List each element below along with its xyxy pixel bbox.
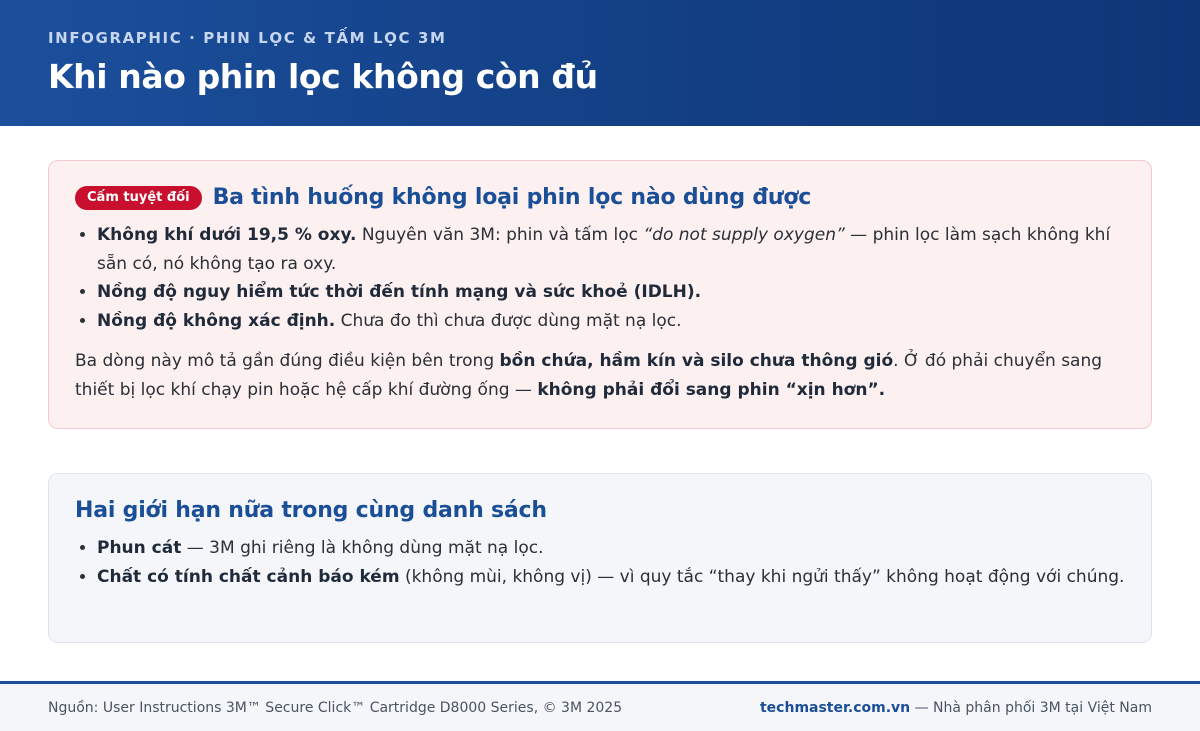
danger-card-paragraph: Ba dòng này mô tả gần đúng điều kiện bên… xyxy=(75,347,1125,404)
item-text: Chưa đo thì chưa được dùng mặt nạ lọc. xyxy=(335,310,682,331)
footer-brand-link[interactable]: techmaster.com.vn xyxy=(760,700,910,716)
item-emphasis: Nồng độ không xác định. xyxy=(97,310,336,331)
danger-card-title: Ba tình huống không loại phin lọc nào dù… xyxy=(212,185,812,210)
danger-list: Không khí dưới 19,5 % oxy. Nguyên văn 3M… xyxy=(75,221,1125,335)
paragraph-text: Ba dòng này mô tả gần đúng điều kiện bên… xyxy=(75,351,500,371)
danger-card: Cấm tuyệt đối Ba tình huống không loại p… xyxy=(48,160,1152,429)
list-item: Chất có tính chất cảnh báo kém (không mù… xyxy=(97,563,1125,592)
footer-distributor: techmaster.com.vn — Nhà phân phối 3M tại… xyxy=(760,700,1152,716)
item-text: — 3M ghi riêng là không dùng mặt nạ lọc. xyxy=(181,538,544,558)
item-text: Nguyên văn 3M: phin và tấm lọc xyxy=(356,225,644,245)
item-text: (không mùi, không vị) — vì quy tắc “thay… xyxy=(399,566,1125,587)
paragraph-emphasis: bồn chứa, hầm kín và silo chưa thông gió xyxy=(499,351,894,371)
list-item: Không khí dưới 19,5 % oxy. Nguyên văn 3M… xyxy=(97,221,1125,278)
list-item: Nồng độ không xác định. Chưa đo thì chưa… xyxy=(97,307,1125,336)
info-card-header: Hai giới hạn nữa trong cùng danh sách xyxy=(75,496,1125,526)
item-emphasis: Nồng độ nguy hiểm tức thời đến tính mạng… xyxy=(97,282,702,302)
item-emphasis: Chất có tính chất cảnh báo kém xyxy=(97,566,400,587)
footer-source: Nguồn: User Instructions 3M™ Secure Clic… xyxy=(48,699,623,716)
paragraph-emphasis: không phải đổi sang phin “xịn hơn”. xyxy=(537,379,886,400)
item-quote: “do not supply oxygen” xyxy=(643,225,845,245)
item-emphasis: Phun cát xyxy=(97,538,182,558)
footer: Nguồn: User Instructions 3M™ Secure Clic… xyxy=(0,681,1200,731)
page-title: Khi nào phin lọc không còn đủ xyxy=(48,57,598,96)
info-card-title: Hai giới hạn nữa trong cùng danh sách xyxy=(75,498,547,523)
info-list: Phun cát — 3M ghi riêng là không dùng mặ… xyxy=(75,534,1125,591)
header-banner: INFOGRAPHIC · PHIN LỌC & TẤM LỌC 3M Khi … xyxy=(0,0,1200,126)
item-emphasis: Không khí dưới 19,5 % oxy. xyxy=(97,225,357,245)
header-eyebrow: INFOGRAPHIC · PHIN LỌC & TẤM LỌC 3M xyxy=(48,29,447,47)
forbidden-badge: Cấm tuyệt đối xyxy=(75,186,202,210)
info-card: Hai giới hạn nữa trong cùng danh sách Ph… xyxy=(48,473,1152,643)
danger-card-header: Cấm tuyệt đối Ba tình huống không loại p… xyxy=(75,183,1125,213)
list-item: Phun cát — 3M ghi riêng là không dùng mặ… xyxy=(97,534,1125,563)
list-item: Nồng độ nguy hiểm tức thời đến tính mạng… xyxy=(97,278,1125,307)
footer-brand-suffix: — Nhà phân phối 3M tại Việt Nam xyxy=(910,699,1152,716)
